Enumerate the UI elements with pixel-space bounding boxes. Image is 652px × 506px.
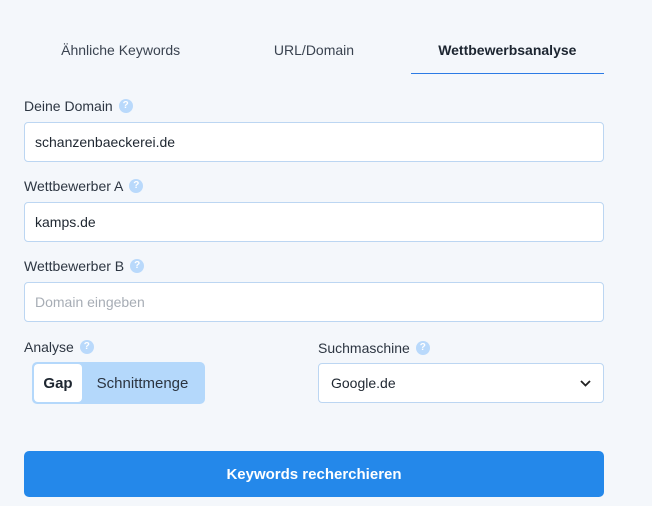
analysis-toggle: Gap Schnittmenge [32,362,205,404]
analysis-label-row: Analyse ? [24,339,94,355]
analysis-label: Analyse [24,339,74,355]
domain-label: Deine Domain [24,98,113,114]
help-icon[interactable]: ? [129,179,144,193]
help-icon[interactable]: ? [130,259,145,273]
competitor-a-input[interactable]: kamps.de [24,202,604,242]
competitor-b-input[interactable]: Domain eingeben [24,282,604,322]
domain-label-row: Deine Domain ? [24,98,133,114]
domain-input[interactable]: schanzenbaeckerei.de [24,122,604,162]
tab-competitor-analysis[interactable]: Wettbewerbsanalyse [410,28,604,74]
tab-similar-keywords[interactable]: Ähnliche Keywords [24,28,217,74]
analysis-option-gap[interactable]: Gap [34,364,82,402]
search-engine-label-row: Suchmaschine ? [318,340,430,356]
search-engine-label: Suchmaschine [318,340,410,356]
search-keywords-button[interactable]: Keywords recherchieren [24,451,604,497]
help-icon[interactable]: ? [118,99,133,113]
help-icon[interactable]: ? [79,340,94,354]
chevron-down-icon [580,376,591,390]
competitor-a-label: Wettbewerber A [24,178,124,194]
competitor-a-label-row: Wettbewerber A ? [24,178,144,194]
tab-url-domain[interactable]: URL/Domain [217,28,410,74]
competitor-b-label: Wettbewerber B [24,258,125,274]
competitor-b-label-row: Wettbewerber B ? [24,258,145,274]
help-icon[interactable]: ? [415,341,430,355]
search-engine-select[interactable]: Google.de [318,363,604,403]
analysis-option-intersection[interactable]: Schnittmenge [82,364,203,402]
tab-bar: Ähnliche Keywords URL/Domain Wettbewerbs… [24,28,604,74]
search-engine-value: Google.de [331,375,396,391]
